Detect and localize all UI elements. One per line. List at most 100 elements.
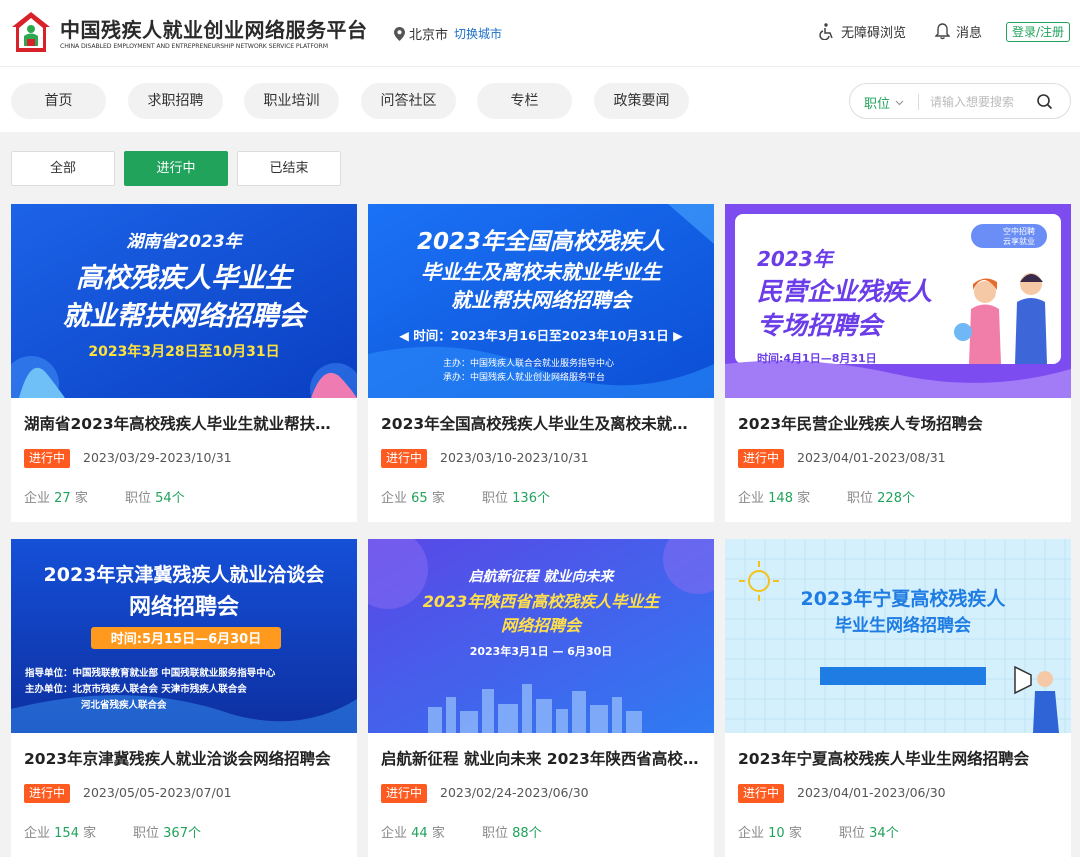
card-banner[interactable]: 2023年全国高校残疾人 毕业生及离校未就业毕业生 就业帮扶网络招聘会 ◀ 时间… [368, 204, 714, 398]
company-count: 企业 27 家 [24, 491, 88, 506]
search-input[interactable] [930, 92, 1030, 112]
banner-line-1: 湖南省2023年 [126, 232, 243, 252]
login-register-button[interactable]: 登录/注册 [1006, 22, 1071, 42]
card-date-range: 2023/03/29-2023/10/31 [83, 450, 232, 465]
banner-line-1: 2023年全国高校残疾人 [417, 228, 665, 255]
search-bar: 职位 [849, 83, 1071, 119]
status-badge: 进行中 [738, 784, 785, 803]
banner-line-3: 就业帮扶网络招聘会 [451, 288, 634, 312]
accessible-browse-label: 无障碍浏览 [841, 26, 907, 41]
messages-button[interactable]: 消息 [935, 22, 982, 41]
company-count: 企业 44 家 [381, 826, 445, 841]
job-fair-card[interactable]: 湖南省2023年 高校残疾人毕业生 就业帮扶网络招聘会 2023年3月28日至1… [11, 204, 357, 522]
company-count: 企业 65 家 [381, 491, 445, 506]
bell-icon [935, 23, 950, 40]
chevron-down-icon [895, 100, 904, 105]
location-pin-icon [394, 26, 405, 41]
banner-line-4: 时间:4月1日—8月31日 [757, 351, 877, 365]
card-title[interactable]: 2023年宁夏高校残疾人毕业生网络招聘会 [738, 747, 1060, 769]
accessible-browse-button[interactable]: 无障碍浏览 [818, 22, 906, 41]
banner-line-1: 2023年 [757, 247, 836, 271]
location-selector: 北京市 切换城市 [394, 24, 502, 43]
company-count: 企业 10 家 [738, 826, 802, 841]
banner-tag-1: 空中招聘 [1003, 226, 1035, 236]
wheelchair-icon [819, 23, 833, 40]
header-divider [0, 66, 1080, 67]
banner-line-1: 2023年京津冀残疾人就业洽谈会 [44, 563, 325, 586]
card-date-range: 2023/04/01-2023/06/30 [797, 785, 946, 800]
status-badge: 进行中 [24, 784, 71, 803]
job-fair-card[interactable]: 2023年京津冀残疾人就业洽谈会 网络招聘会 时间:5月15日—6月30日 指导… [11, 539, 357, 857]
switch-city-link[interactable]: 切换城市 [454, 25, 502, 42]
nav-item-policy[interactable]: 政策要闻 [594, 83, 689, 119]
banner-line-2: 毕业生网络招聘会 [835, 615, 971, 636]
tab-ended[interactable]: 已结束 [237, 151, 341, 186]
status-badge: 进行中 [738, 449, 785, 468]
banner-line-2: 毕业生及离校未就业毕业生 [421, 260, 663, 284]
banner-tag-2: 云享就业 [1003, 236, 1035, 246]
banner-line-4: 2023年3月1日 — 6月30日 [470, 644, 613, 658]
banner-line-3: 网络招聘会 [501, 616, 584, 635]
banner-line-3: 就业帮扶网络招聘会 [63, 301, 310, 332]
position-count: 职位 367个 [133, 826, 201, 841]
tab-ongoing[interactable]: 进行中 [124, 151, 228, 186]
logo-emblem-icon[interactable] [10, 10, 52, 54]
banner-line-2: 网络招聘会 [129, 594, 239, 620]
banner-line-6: 承办：中国残疾人就业创业网络服务平台 [443, 371, 605, 383]
site-title[interactable]: 中国残疾人就业创业网络服务平台 [60, 14, 368, 43]
card-banner[interactable]: 空中招聘 云享就业 2023年 民营企业残疾人 专场招聘会 时间:4月1日—8月… [725, 204, 1071, 398]
search-divider [918, 94, 919, 110]
card-date-range: 2023/05/05-2023/07/01 [83, 785, 232, 800]
position-count: 职位 228个 [847, 491, 915, 506]
job-fair-card[interactable]: 空中招聘 云享就业 2023年 民营企业残疾人 专场招聘会 时间:4月1日—8月… [725, 204, 1071, 522]
current-city: 北京市 [409, 28, 449, 43]
banner-line-5: 主办：中国残疾人联合会就业服务指导中心 [443, 357, 614, 369]
messages-label: 消息 [956, 26, 983, 41]
nav-item-qa[interactable]: 问答社区 [361, 83, 456, 119]
nav-item-training[interactable]: 职业培训 [244, 83, 339, 119]
banner-line-4: 2023年3月28日至10月31日 [88, 343, 279, 360]
card-banner[interactable]: 2023年京津冀残疾人就业洽谈会 网络招聘会 时间:5月15日—6月30日 指导… [11, 539, 357, 733]
status-badge: 进行中 [381, 449, 428, 468]
card-banner[interactable]: 启航新征程 就业向未来 2023年陕西省高校残疾人毕业生 网络招聘会 2023年… [368, 539, 714, 733]
search-category-select[interactable]: 职位 [864, 93, 904, 112]
banner-line-1: 启航新征程 就业向未来 [468, 568, 616, 585]
card-title[interactable]: 启航新征程 就业向未来 2023年陕西省高校残疾人毕业生网络招聘会 [381, 747, 703, 769]
banner-line-2: 民营企业残疾人 [757, 277, 932, 306]
card-date-range: 2023/03/10-2023/10/31 [440, 450, 589, 465]
company-count: 企业 148 家 [738, 491, 811, 506]
card-title[interactable]: 2023年全国高校残疾人毕业生及离校未就业毕业生就业帮扶网络招聘会 [381, 412, 703, 434]
banner-line-6: 河北省残疾人联合会 [81, 699, 167, 711]
banner-line-3: 时间:5月15日—6月30日 [111, 631, 261, 647]
search-icon[interactable] [1036, 93, 1054, 111]
tab-all[interactable]: 全部 [11, 151, 115, 186]
banner-line-1: 2023年宁夏高校残疾人 [801, 587, 1007, 610]
nav-item-home[interactable]: 首页 [11, 83, 106, 119]
card-title[interactable]: 2023年京津冀残疾人就业洽谈会网络招聘会 [24, 747, 346, 769]
position-count: 职位 34个 [839, 826, 899, 841]
banner-line-3: 专场招聘会 [757, 311, 886, 340]
card-title[interactable]: 2023年民营企业残疾人专场招聘会 [738, 412, 1060, 434]
banner-line-5: 主办单位：北京市残疾人联合会 天津市残疾人联合会 [25, 683, 247, 695]
company-count: 企业 154 家 [24, 826, 97, 841]
card-date-range: 2023/04/01-2023/08/31 [797, 450, 946, 465]
nav-item-jobs[interactable]: 求职招聘 [128, 83, 223, 119]
banner-line-4: 指导单位：中国残联教育就业部 中国残联就业服务指导中心 [25, 667, 276, 679]
banner-line-2: 高校残疾人毕业生 [76, 263, 295, 294]
card-banner[interactable]: 2023年宁夏高校残疾人 毕业生网络招聘会 [725, 539, 1071, 733]
site-header: 中国残疾人就业创业网络服务平台 CHINA DISABLED EMPLOYMEN… [0, 0, 1080, 132]
search-category-label: 职位 [864, 97, 891, 112]
card-banner[interactable]: 湖南省2023年 高校残疾人毕业生 就业帮扶网络招聘会 2023年3月28日至1… [11, 204, 357, 398]
banner-line-2: 2023年陕西省高校残疾人毕业生 [423, 592, 662, 611]
job-fair-card[interactable]: 2023年宁夏高校残疾人 毕业生网络招聘会 2023年宁夏高校残疾人毕业生网络招… [725, 539, 1071, 857]
status-badge: 进行中 [24, 449, 71, 468]
position-count: 职位 54个 [125, 491, 185, 506]
banner-line-4: ◀ 时间：2023年3月16日至2023年10月31日 ▶ [399, 328, 683, 343]
card-date-range: 2023/02/24-2023/06/30 [440, 785, 589, 800]
card-title[interactable]: 湖南省2023年高校残疾人毕业生就业帮扶网络招聘会 [24, 412, 346, 434]
position-count: 职位 88个 [482, 826, 542, 841]
nav-item-column[interactable]: 专栏 [477, 83, 572, 119]
job-fair-card[interactable]: 启航新征程 就业向未来 2023年陕西省高校残疾人毕业生 网络招聘会 2023年… [368, 539, 714, 857]
site-subtitle-en: CHINA DISABLED EMPLOYMENT AND ENTREPRENE… [60, 43, 328, 50]
job-fair-card[interactable]: 2023年全国高校残疾人 毕业生及离校未就业毕业生 就业帮扶网络招聘会 ◀ 时间… [368, 204, 714, 522]
